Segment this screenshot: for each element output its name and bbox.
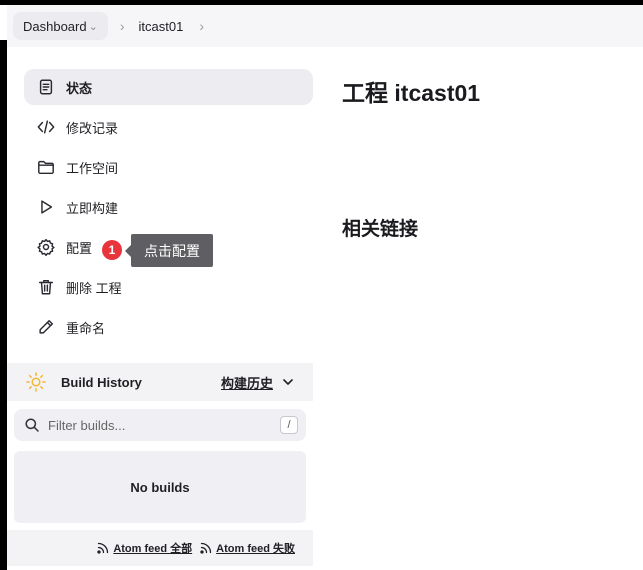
nav-item-label: 工作空间 <box>66 160 119 176</box>
sun-icon <box>26 372 46 392</box>
nav-item-label: 修改记录 <box>66 120 119 136</box>
folder-icon <box>36 157 56 177</box>
build-history-title: Build History <box>61 374 142 390</box>
pencil-icon <box>36 317 56 337</box>
chevron-down-icon[interactable] <box>281 375 295 389</box>
filter-builds[interactable]: / <box>14 409 306 441</box>
search-icon <box>25 418 39 432</box>
no-builds-label: No builds <box>130 479 190 495</box>
nav-item-label: 状态 <box>66 80 93 96</box>
nav-item-build-now[interactable]: 立即构建 <box>24 189 313 225</box>
nav-item-changes[interactable]: 修改记录 <box>24 109 313 145</box>
step-badge: 1 <box>102 240 122 260</box>
code-icon <box>36 117 56 137</box>
chevron-down-icon[interactable]: ⌄ <box>89 20 98 33</box>
trash-icon <box>36 277 56 297</box>
atom-feed-failed-link[interactable]: Atom feed 失败 <box>200 540 295 556</box>
no-builds-message: No builds <box>14 451 306 523</box>
atom-feed-all-label[interactable]: Atom feed 全部 <box>113 540 192 556</box>
atom-feed-all-link[interactable]: Atom feed 全部 <box>97 540 192 556</box>
nav-item-rename[interactable]: 重命名 <box>24 309 313 345</box>
atom-feeds: Atom feed 全部 Atom feed 失败 <box>7 530 313 566</box>
breadcrumb-separator-icon: › <box>199 18 204 34</box>
nav-item-label: 重命名 <box>66 320 106 336</box>
play-icon <box>36 197 56 217</box>
nav-item-label: 立即构建 <box>66 200 119 216</box>
nav-item-workspace[interactable]: 工作空间 <box>24 149 313 185</box>
gear-icon <box>36 237 56 257</box>
breadcrumb-dashboard[interactable]: Dashboard ⌄ <box>13 12 108 40</box>
keyboard-shortcut-hint: / <box>280 416 298 434</box>
page-title: 工程 itcast01 <box>342 80 481 106</box>
filter-builds-input[interactable] <box>48 417 268 433</box>
side-nav: 状态 修改记录 工作空间 立即构建 配置 删除 工程 重命名 <box>24 69 313 349</box>
build-history-header: Build History 构建历史 <box>7 363 313 401</box>
breadcrumb-dashboard-label[interactable]: Dashboard <box>23 19 87 34</box>
document-icon <box>36 77 56 97</box>
nav-item-status[interactable]: 状态 <box>24 69 313 105</box>
breadcrumb-project-label[interactable]: itcast01 <box>139 19 184 34</box>
rss-icon <box>97 542 109 554</box>
nav-item-delete-project[interactable]: 删除 工程 <box>24 269 313 305</box>
build-trend-link[interactable]: 构建历史 <box>221 373 273 392</box>
atom-feed-failed-label[interactable]: Atom feed 失败 <box>216 540 295 556</box>
left-border <box>0 40 7 570</box>
related-links-title: 相关链接 <box>342 219 419 240</box>
breadcrumb-separator-icon: › <box>119 18 125 34</box>
nav-item-label: 配置 <box>66 240 93 256</box>
breadcrumb: Dashboard ⌄ › itcast01 › <box>7 5 643 47</box>
rss-icon <box>200 542 212 554</box>
tooltip: 点击配置 <box>125 234 213 267</box>
nav-item-label: 删除 工程 <box>66 280 122 296</box>
breadcrumb-project[interactable]: itcast01 <box>135 19 188 34</box>
